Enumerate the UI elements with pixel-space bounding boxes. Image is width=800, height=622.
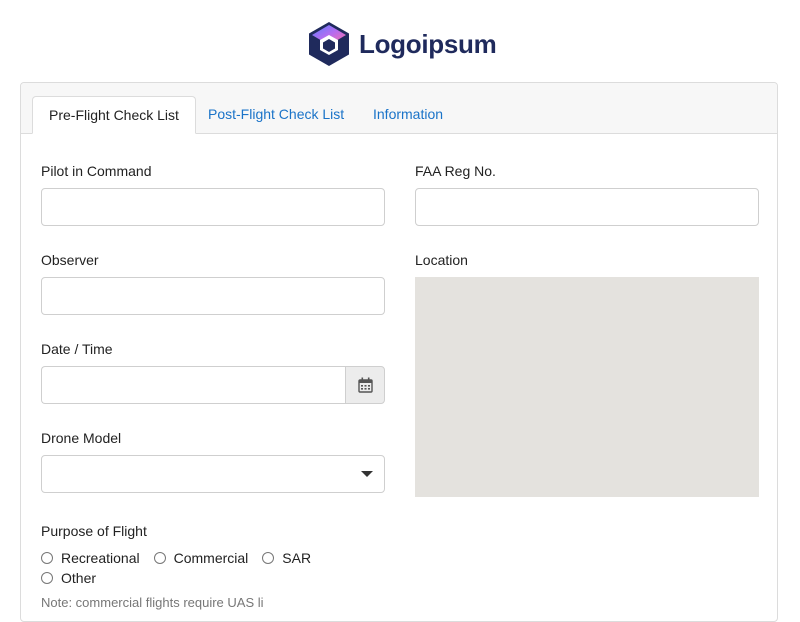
radio-recreational[interactable] xyxy=(41,552,53,564)
radio-recreational-label: Recreational xyxy=(61,550,140,566)
radio-sar[interactable] xyxy=(262,552,275,564)
drone-model-label: Drone Model xyxy=(41,430,122,446)
calendar-button[interactable] xyxy=(345,366,385,404)
location-map[interactable] xyxy=(415,277,759,497)
purpose-options-row: Recreational Commercial SAR xyxy=(41,550,325,566)
datetime-field xyxy=(41,366,385,404)
purpose-label: Purpose of Flight xyxy=(41,523,147,539)
drone-model-select[interactable] xyxy=(41,455,385,493)
radio-other[interactable] xyxy=(41,572,53,584)
observer-input[interactable] xyxy=(41,277,385,315)
pilot-label: Pilot in Command xyxy=(41,163,152,179)
tab-information[interactable]: Information xyxy=(357,96,459,133)
location-label: Location xyxy=(415,252,468,268)
brand-name: Logoipsum xyxy=(359,28,497,59)
brand-logo: Logoipsum xyxy=(307,21,497,67)
datetime-input[interactable] xyxy=(41,366,346,404)
radio-other-label: Other xyxy=(61,570,97,586)
calendar-icon xyxy=(357,377,373,393)
tab-pre-flight[interactable]: Pre-Flight Check List xyxy=(32,96,196,134)
pilot-input[interactable] xyxy=(41,188,385,226)
checklist-card: Pre-Flight Check List Post-Flight Check … xyxy=(20,82,778,622)
radio-sar-label: SAR xyxy=(282,550,312,566)
faa-reg-label: FAA Reg No. xyxy=(415,163,496,179)
radio-commercial-label: Commercial xyxy=(173,550,249,566)
purpose-options-row-2: Other xyxy=(41,570,110,586)
logo-hexagon-icon xyxy=(309,22,349,66)
tab-bar: Pre-Flight Check List Post-Flight Check … xyxy=(21,83,777,134)
datetime-label: Date / Time xyxy=(41,341,113,357)
purpose-note: Note: commercial flights require UAS li xyxy=(41,595,264,610)
tab-post-flight[interactable]: Post-Flight Check List xyxy=(192,96,360,133)
faa-reg-input[interactable] xyxy=(415,188,759,226)
observer-label: Observer xyxy=(41,252,99,268)
chevron-down-icon xyxy=(361,471,373,477)
radio-commercial[interactable] xyxy=(153,552,166,564)
